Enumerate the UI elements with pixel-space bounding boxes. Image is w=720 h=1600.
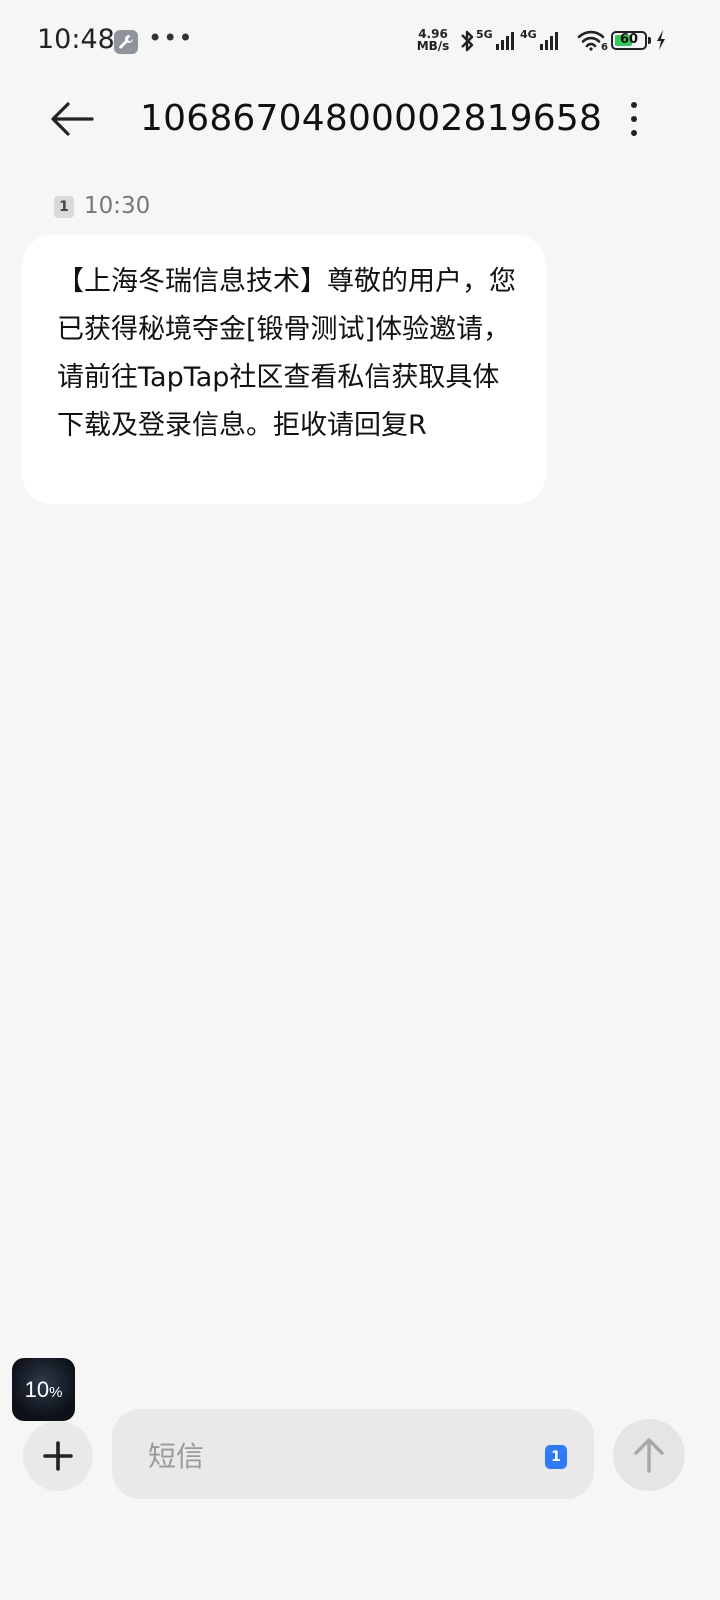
sim-badge: 1	[54, 196, 74, 218]
status-bar: 10:48 ••• 4.96 MB/s 5G 4G 6 60	[0, 0, 720, 84]
page-title: 10686704800002819658	[140, 98, 603, 139]
plus-icon	[43, 1441, 73, 1471]
back-button[interactable]	[48, 99, 96, 139]
signal-icon	[496, 32, 514, 50]
floating-widget-value: 10	[24, 1377, 50, 1402]
add-attachment-button[interactable]	[23, 1421, 93, 1491]
bluetooth-icon	[461, 30, 474, 52]
battery-icon: 60	[611, 31, 647, 50]
message-time: 10:30	[84, 193, 151, 219]
overflow-menu-button[interactable]	[620, 98, 648, 140]
more-dots-icon: •••	[148, 24, 194, 52]
battery-level: 60	[619, 32, 639, 47]
floating-widget-unit: %	[49, 1384, 63, 1401]
dot	[631, 116, 637, 122]
message-input[interactable]: 短信 1	[112, 1409, 594, 1499]
message-bubble[interactable]: 【上海冬瑞信息技术】尊敬的用户，您已获得秘境夺金[锻骨测试]体验邀请，请前往Ta…	[22, 235, 546, 504]
network-speed-unit: MB/s	[416, 39, 450, 53]
wifi-label: 6	[601, 42, 608, 53]
signal-icon	[540, 32, 558, 50]
charging-icon	[657, 30, 665, 50]
status-time: 10:48	[37, 24, 115, 55]
message-input-placeholder: 短信	[148, 1440, 205, 1473]
send-button[interactable]	[613, 1419, 685, 1491]
arrow-left-icon	[51, 102, 94, 136]
arrow-up-icon	[634, 1438, 664, 1473]
battery-cap	[648, 37, 651, 44]
sim-select-button[interactable]: 1	[545, 1445, 567, 1469]
tool-icon	[114, 30, 138, 54]
message-text: 【上海冬瑞信息技术】尊敬的用户，您已获得秘境夺金[锻骨测试]体验邀请，请前往Ta…	[57, 266, 516, 441]
dot	[631, 102, 637, 108]
dot	[631, 130, 637, 136]
floating-progress-widget[interactable]: 10%	[12, 1358, 75, 1421]
network-speed: 4.96 MB/s	[416, 28, 450, 52]
